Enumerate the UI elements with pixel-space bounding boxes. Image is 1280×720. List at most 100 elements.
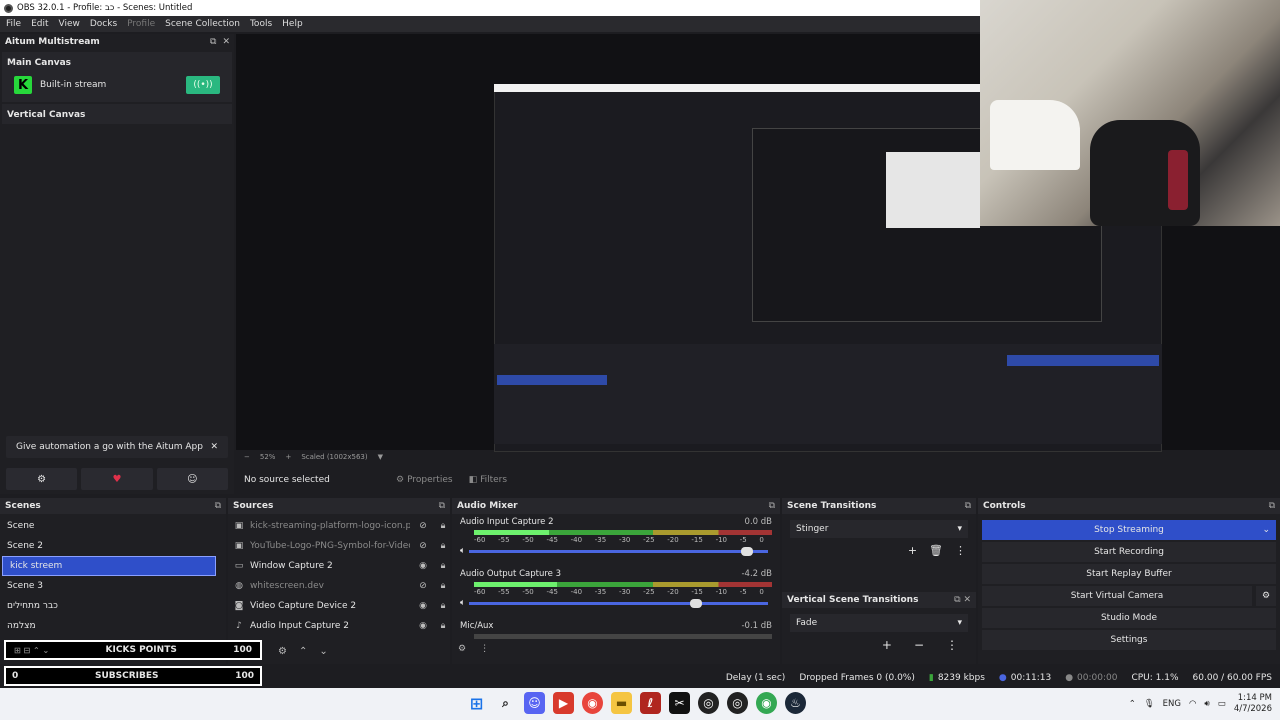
- volume-slider[interactable]: [469, 598, 768, 608]
- lock-icon[interactable]: 🔒︎: [436, 601, 450, 611]
- trash-icon[interactable]: 🗑︎: [929, 544, 943, 557]
- properties-button[interactable]: ⚙ Properties: [388, 475, 461, 485]
- eye-hidden-icon[interactable]: ⊘: [416, 541, 430, 551]
- lock-icon[interactable]: 🔒︎: [436, 521, 450, 531]
- remove-icon[interactable]: −: [914, 638, 924, 652]
- close-icon[interactable]: ✕: [222, 37, 230, 47]
- app-red-icon[interactable]: ℓ: [640, 692, 661, 714]
- discord-app-icon[interactable]: ☺: [524, 692, 545, 714]
- chrome-icon[interactable]: ◉: [582, 692, 603, 714]
- scene-item[interactable]: Scene 2: [0, 536, 226, 556]
- menu-scene-collection[interactable]: Scene Collection: [165, 19, 240, 29]
- volume-icon[interactable]: 🔊︎: [1204, 699, 1209, 709]
- aitum-discord-button[interactable]: ☺: [156, 468, 228, 490]
- aitum-donate-button[interactable]: ♥: [81, 468, 153, 490]
- kicks-points-label: KICKS POINTS: [105, 645, 177, 655]
- dock-menu-icon[interactable]: ⧉: [769, 501, 775, 511]
- dock-menu-icon[interactable]: ⧉: [965, 501, 971, 511]
- virtual-camera-settings-button[interactable]: ⚙: [1256, 586, 1276, 606]
- menu-help[interactable]: Help: [282, 19, 303, 29]
- lock-icon[interactable]: 🔒︎: [436, 581, 450, 591]
- scale-tick: -55: [498, 588, 510, 596]
- scene-item[interactable]: Scene: [0, 516, 226, 536]
- close-icon[interactable]: ✕: [210, 442, 218, 452]
- menu-dots-icon[interactable]: ⋮: [955, 544, 966, 557]
- move-up-icon[interactable]: ⌃: [299, 646, 307, 657]
- steam-icon[interactable]: ♨: [785, 692, 806, 714]
- automation-banner[interactable]: Give automation a go with the Aitum App …: [6, 436, 228, 458]
- lock-icon[interactable]: 🔒︎: [436, 561, 450, 571]
- wifi-icon[interactable]: ◠: [1189, 699, 1196, 709]
- stream-toggle-button[interactable]: ((•)): [186, 76, 220, 94]
- source-item[interactable]: ▣ YouTube-Logo-PNG-Symbol-for-Video ⊘ 🔒︎: [228, 536, 450, 556]
- studio-mode-button[interactable]: Studio Mode: [982, 608, 1276, 628]
- lock-icon[interactable]: 🔒︎: [436, 541, 450, 551]
- obs2-taskbar-icon[interactable]: ◎: [727, 692, 748, 714]
- source-item[interactable]: ▣ kick-streaming-platform-logo-icon.png ⊘ 🔒…: [228, 516, 450, 536]
- search-icon[interactable]: ⌕: [495, 692, 516, 714]
- eye-hidden-icon[interactable]: ⊘: [416, 581, 430, 591]
- scene-item-selected[interactable]: kick streem: [2, 556, 216, 576]
- aitum-settings-button[interactable]: ⚙: [6, 468, 78, 490]
- float-icon[interactable]: ⧉: [210, 37, 216, 47]
- menu-view[interactable]: View: [59, 19, 80, 29]
- chevron-down-icon[interactable]: ⌄: [1262, 525, 1270, 535]
- eye-icon[interactable]: ◉: [416, 621, 430, 631]
- volume-knob[interactable]: [741, 546, 754, 556]
- add-icon[interactable]: +: [908, 544, 917, 557]
- vtransition-select[interactable]: Fade ▾: [790, 614, 968, 632]
- volume-knob[interactable]: [690, 598, 703, 608]
- source-item[interactable]: ♪ Audio Input Capture 2 ◉ 🔒︎: [228, 616, 450, 636]
- volume-slider[interactable]: [469, 546, 768, 556]
- move-down-icon[interactable]: ⌄: [319, 646, 327, 657]
- language-indicator[interactable]: ENG: [1163, 699, 1181, 709]
- chrome2-icon[interactable]: ◉: [756, 692, 777, 714]
- menu-docks[interactable]: Docks: [90, 19, 117, 29]
- scale-dropdown-icon[interactable]: ▼: [378, 453, 383, 461]
- speaker-icon[interactable]: 🔈︎: [460, 546, 465, 556]
- menu-tools[interactable]: Tools: [250, 19, 272, 29]
- mixer-settings-icon[interactable]: ⚙: [458, 644, 466, 654]
- close-icon[interactable]: ⧉ ✕: [954, 595, 971, 605]
- source-settings-icon[interactable]: ⚙: [278, 646, 287, 657]
- eye-icon[interactable]: ◉: [416, 601, 430, 611]
- source-item[interactable]: ◙ Video Capture Device 2 ◉ 🔒︎: [228, 596, 450, 616]
- scene-item[interactable]: כבר מתחילים: [0, 596, 226, 616]
- scene-item[interactable]: Scene 3: [0, 576, 226, 596]
- menu-edit[interactable]: Edit: [31, 19, 48, 29]
- chevron-up-icon[interactable]: ⌃: [1129, 699, 1136, 709]
- lock-icon[interactable]: 🔒︎: [436, 621, 450, 631]
- scene-item[interactable]: מצלמה: [0, 616, 226, 636]
- start-recording-button[interactable]: Start Recording: [982, 542, 1276, 562]
- menu-file[interactable]: File: [6, 19, 21, 29]
- source-item[interactable]: ◍ whitescreen.dev ⊘ 🔒︎: [228, 576, 450, 596]
- obs-taskbar-icon[interactable]: ◎: [698, 692, 719, 714]
- clock[interactable]: 1:14 PM 4/7/2026: [1234, 693, 1272, 715]
- folder-icon[interactable]: ▬: [611, 692, 632, 714]
- media-app-icon[interactable]: ▶: [553, 692, 574, 714]
- windows-start-icon[interactable]: ⊞: [466, 692, 487, 714]
- capcut-icon[interactable]: ✂: [669, 692, 690, 714]
- add-icon[interactable]: +: [882, 638, 892, 652]
- settings-button[interactable]: Settings: [982, 630, 1276, 650]
- dock-menu-icon[interactable]: ⧉: [215, 501, 221, 511]
- zoom-in-icon[interactable]: +: [285, 453, 291, 461]
- transition-select[interactable]: Stinger ▾: [790, 520, 968, 538]
- eye-icon[interactable]: ◉: [416, 561, 430, 571]
- menu-dots-icon[interactable]: ⋮: [946, 638, 958, 652]
- stop-streaming-button[interactable]: Stop Streaming ⌄: [982, 520, 1276, 540]
- start-virtual-camera-button[interactable]: Start Virtual Camera: [982, 586, 1252, 606]
- zoom-out-icon[interactable]: −: [244, 453, 250, 461]
- menu-profile[interactable]: Profile: [127, 19, 155, 29]
- dock-menu-icon[interactable]: ⧉: [1269, 501, 1275, 511]
- mic-tray-icon[interactable]: 🎙︎: [1144, 699, 1155, 709]
- filters-button[interactable]: ◧ Filters: [461, 475, 516, 485]
- mixer-menu-icon[interactable]: ⋮: [480, 644, 489, 654]
- transition-value: Stinger: [796, 524, 829, 534]
- battery-icon[interactable]: ▭: [1218, 699, 1226, 709]
- dock-menu-icon[interactable]: ⧉: [439, 501, 445, 511]
- eye-hidden-icon[interactable]: ⊘: [416, 521, 430, 531]
- source-item[interactable]: ▭ Window Capture 2 ◉ 🔒︎: [228, 556, 450, 576]
- speaker-icon[interactable]: 🔈︎: [460, 598, 465, 608]
- start-replay-button[interactable]: Start Replay Buffer: [982, 564, 1276, 584]
